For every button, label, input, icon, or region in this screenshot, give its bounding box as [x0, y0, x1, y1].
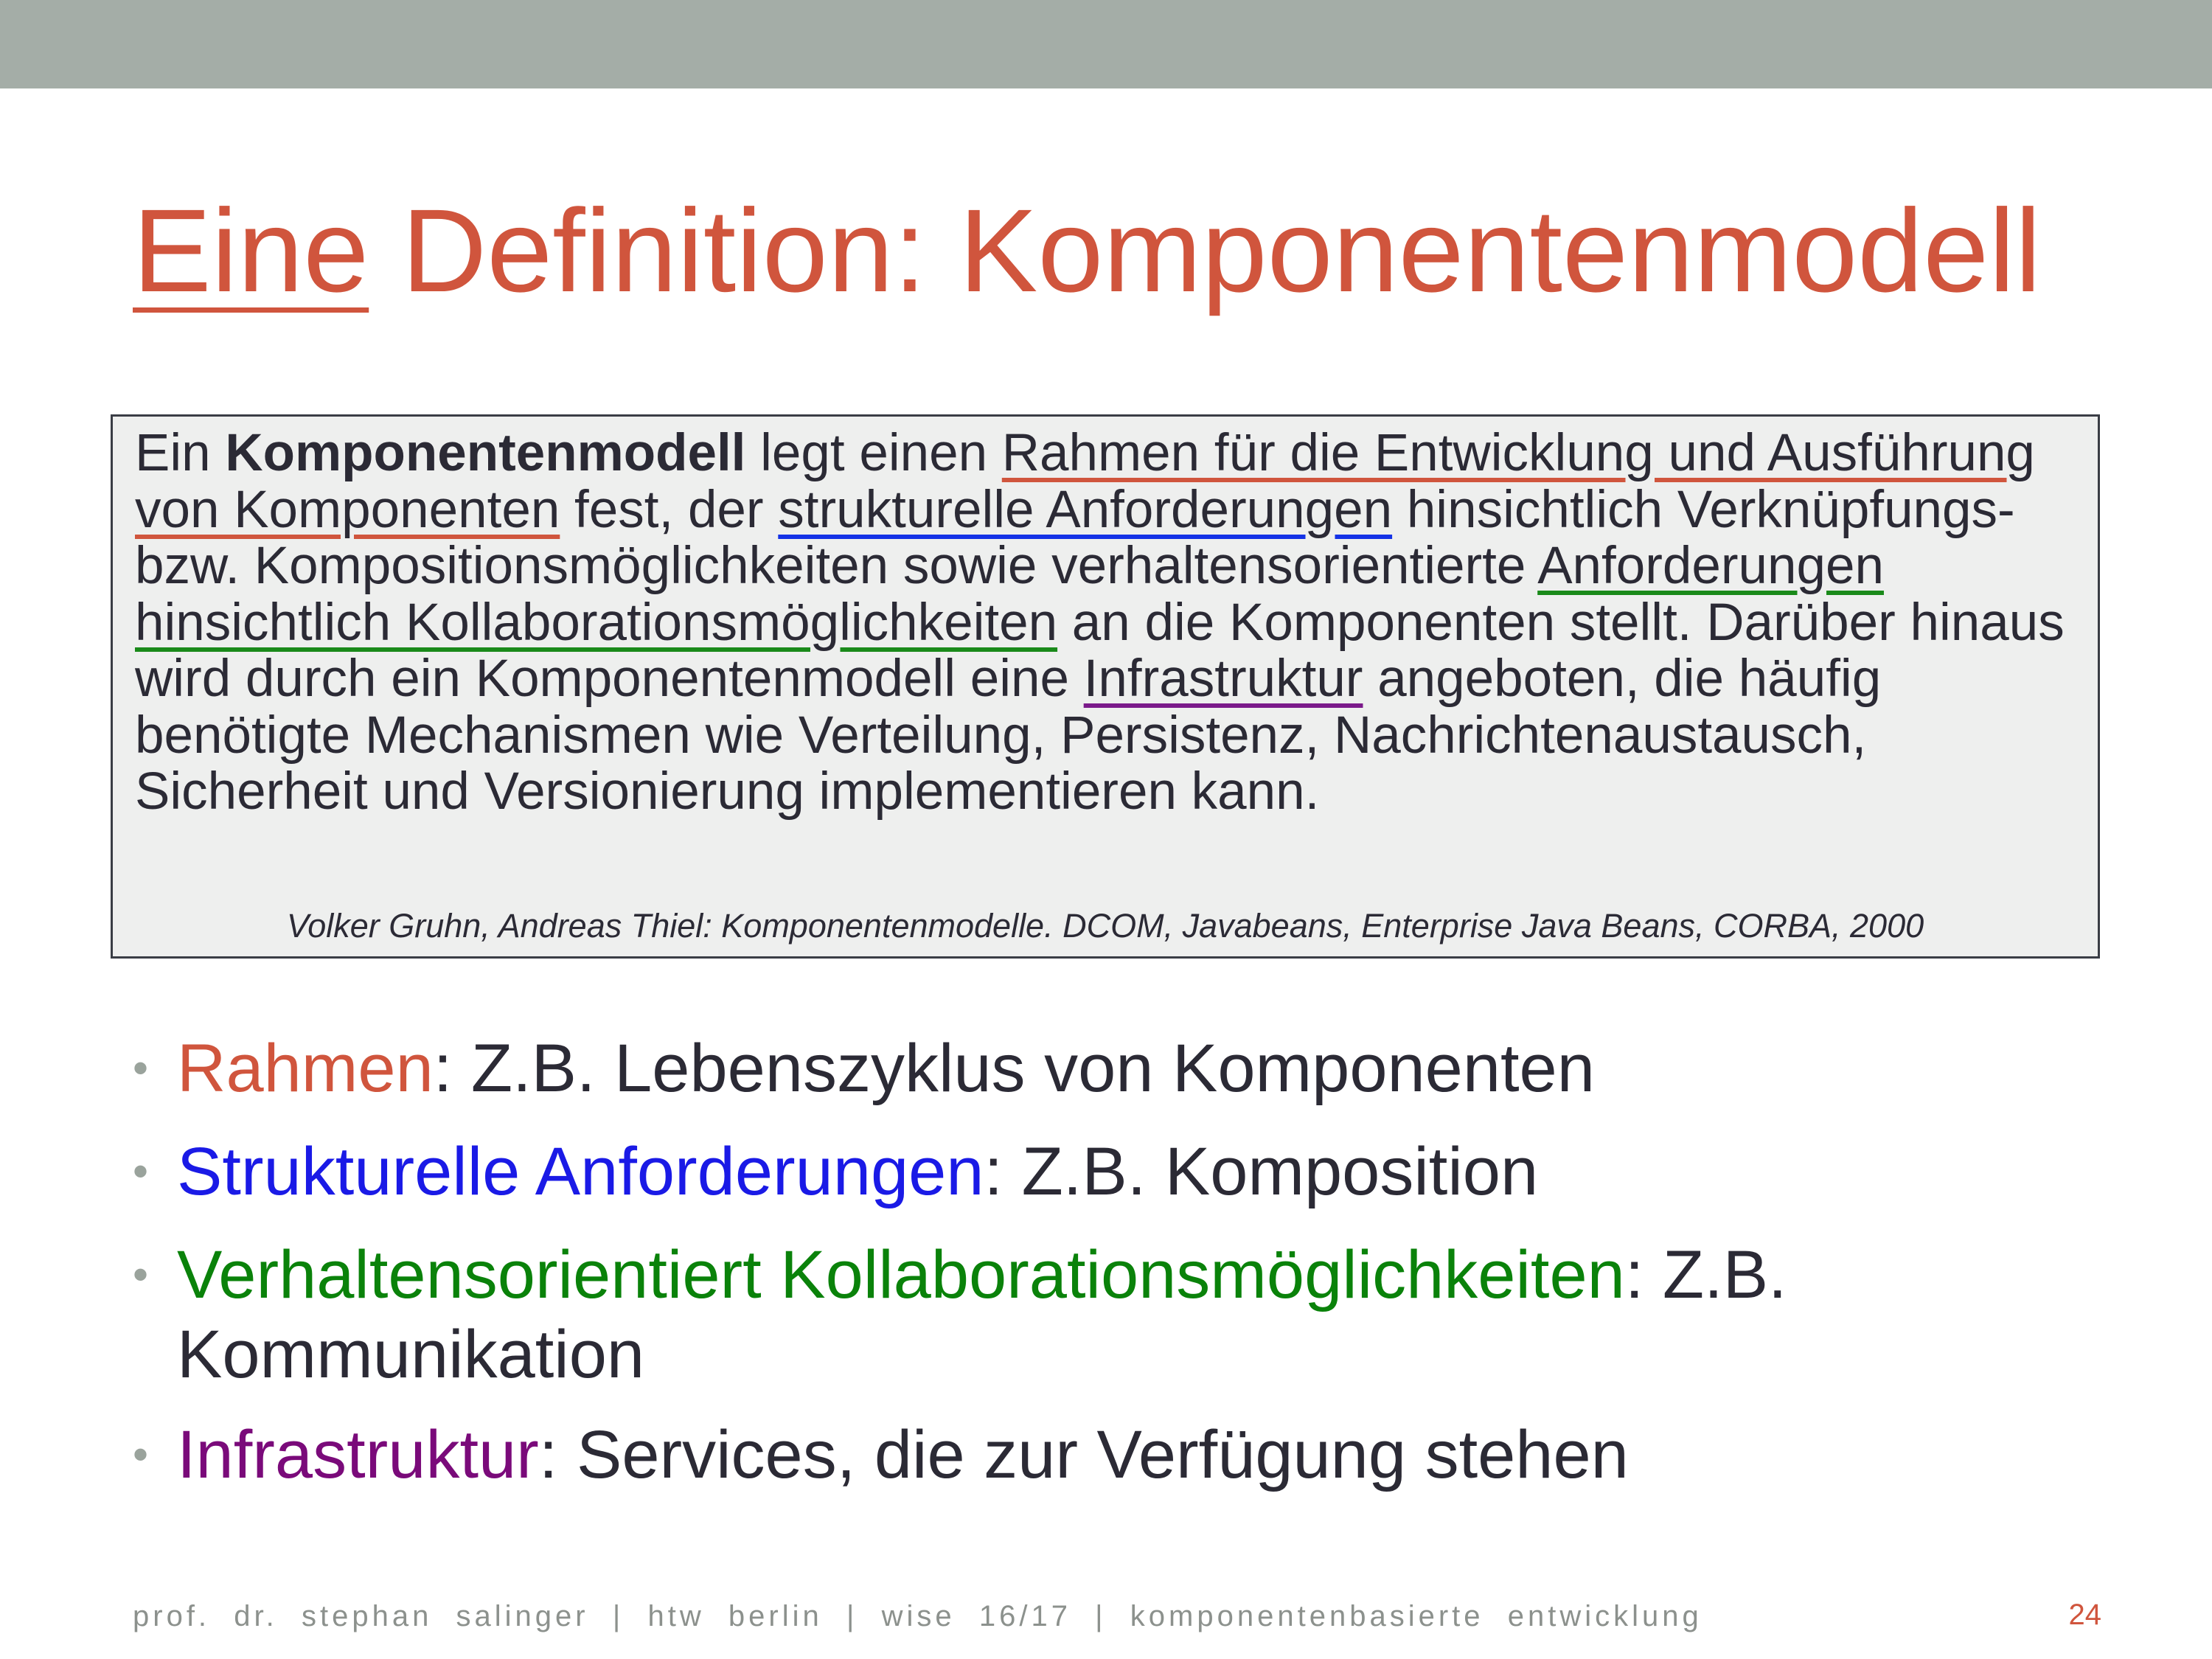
citation: Volker Gruhn, Andreas Thiel: Komponenten…	[286, 907, 1924, 945]
bullet-icon: •	[133, 1250, 149, 1299]
bullet-text: : Z.B. Lebenszyklus von Komponenten	[433, 1031, 1595, 1106]
definition-segment: legt einen	[745, 424, 1002, 482]
definition-text: Ein Komponentenmodell legt einen Rahmen …	[135, 425, 2096, 821]
title-rest: Definition: Komponentenmodell	[369, 184, 2042, 316]
slide-title: Eine Definition: Komponentenmodell	[133, 184, 2041, 317]
definition-bold-term: Komponentenmodell	[225, 424, 746, 482]
bullet-term: Verhaltensorientiert Kollaborationsmögli…	[177, 1237, 1625, 1312]
bullet-icon: •	[133, 1430, 149, 1479]
bullet-term: Strukturelle Anforderungen	[177, 1134, 984, 1209]
bullet-icon: •	[133, 1043, 149, 1093]
bullet-term: Infrastruktur	[177, 1417, 539, 1492]
bullet-item-rahmen: • Rahmen: Z.B. Lebenszyklus von Komponent…	[133, 1029, 2124, 1108]
bullet-text: : Services, die zur Verfügung stehen	[538, 1417, 1629, 1492]
definition-underline-blue: strukturelle Anforderungen	[778, 480, 1393, 539]
bullet-text: : Z.B. Komposition	[984, 1134, 1539, 1209]
definition-underline-purple: Infrastruktur	[1083, 650, 1363, 708]
title-underlined-word: Eine	[133, 184, 369, 316]
page-number: 24	[2068, 1599, 2102, 1631]
definition-segment: fest, der	[560, 480, 779, 539]
bullet-item-kollaborationsmoeglichkeiten: • Verhaltensorientiert Kollaborationsmögl…	[133, 1235, 2124, 1394]
top-bar	[0, 0, 2212, 88]
bullet-item-infrastruktur: • Infrastruktur: Services, die zur Verfüg…	[133, 1415, 2124, 1495]
definition-segment: Ein	[135, 424, 226, 482]
bullet-list: • Rahmen: Z.B. Lebenszyklus von Komponent…	[133, 1029, 2124, 1518]
definition-box: Ein Komponentenmodell legt einen Rahmen …	[111, 414, 2100, 959]
bullet-item-strukturelle-anforderungen: • Strukturelle Anforderungen: Z.B. Kompos…	[133, 1132, 2124, 1211]
bullet-term: Rahmen	[177, 1031, 434, 1106]
footer: prof. dr. stephan salinger | htw berlin …	[133, 1600, 1703, 1632]
bullet-icon: •	[133, 1147, 149, 1196]
